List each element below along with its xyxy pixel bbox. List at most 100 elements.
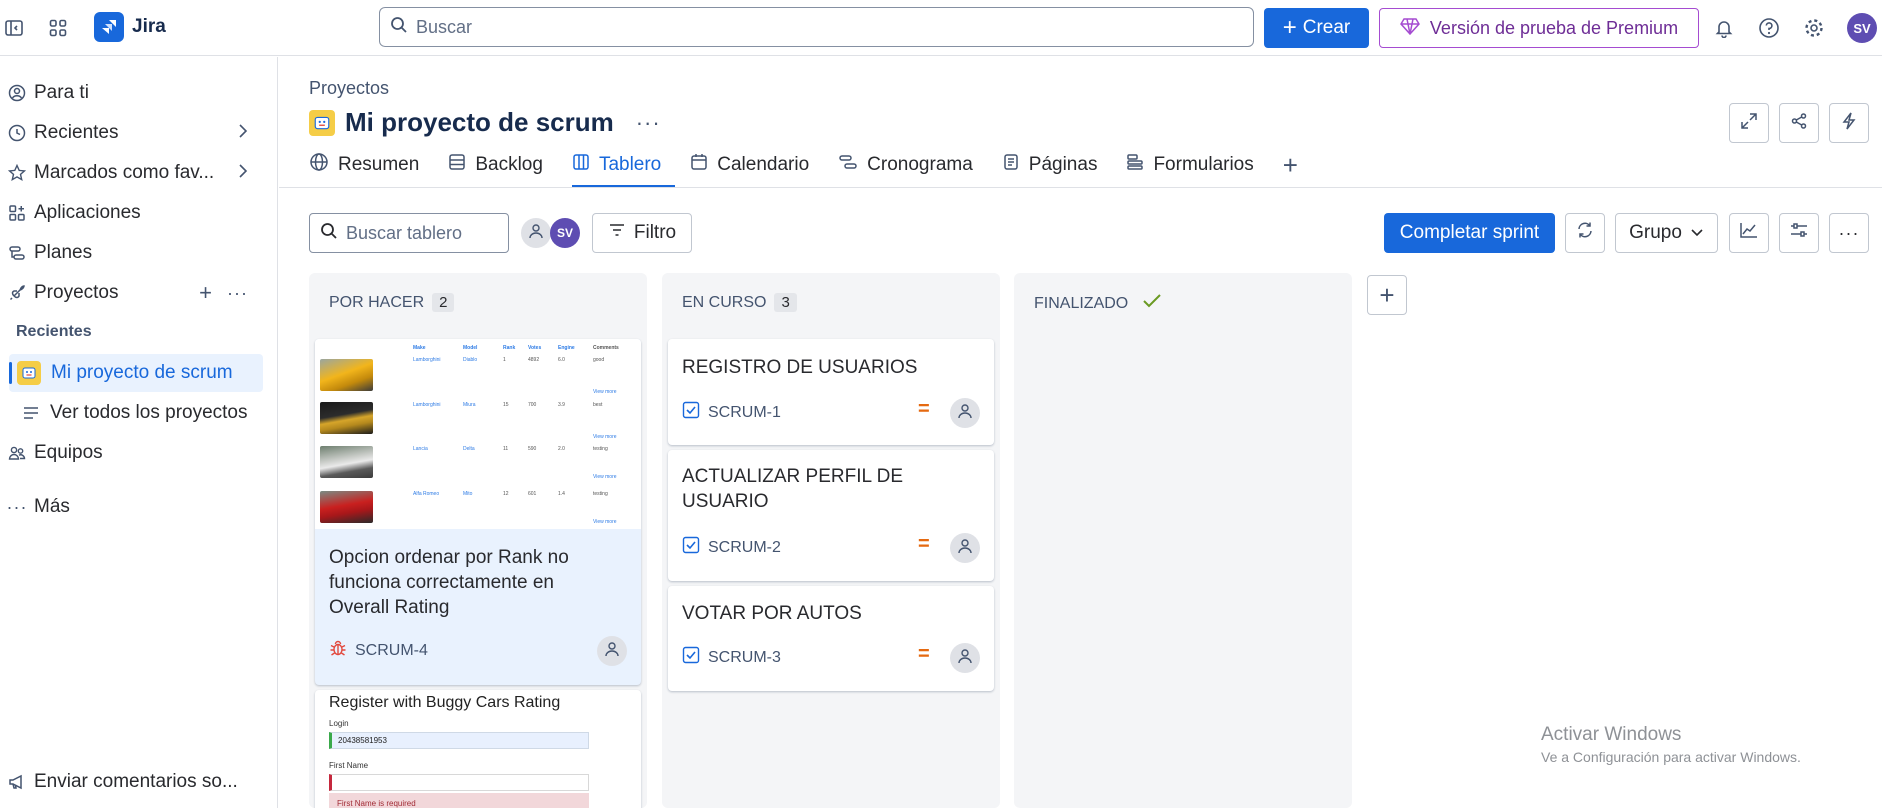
- sidebar-item-active-project[interactable]: Mi proyecto de scrum: [9, 354, 263, 392]
- issue-card-register[interactable]: Register with Buggy Cars Rating Login 20…: [315, 690, 641, 808]
- tab-divider: [279, 187, 1882, 188]
- sidebar-item-aplicaciones[interactable]: Aplicaciones: [0, 194, 270, 232]
- premium-trial-button[interactable]: Versión de prueba de Premium: [1379, 8, 1699, 48]
- group-label: Grupo: [1629, 222, 1682, 243]
- diamond-icon: [1399, 17, 1420, 40]
- send-feedback-link[interactable]: Enviar comentarios so...: [0, 763, 270, 801]
- add-project-icon[interactable]: +: [199, 280, 212, 306]
- search-placeholder: Buscar: [416, 16, 473, 37]
- filter-button[interactable]: Filtro: [592, 213, 692, 253]
- assignee-avatar[interactable]: [950, 643, 980, 673]
- sidebar-item-view-all-projects[interactable]: Ver todos los proyectos: [14, 394, 284, 432]
- thumb-view-more: View more: [593, 389, 617, 395]
- assignee-avatar[interactable]: [597, 636, 627, 666]
- teams-icon: [0, 444, 34, 462]
- group-dropdown[interactable]: Grupo: [1615, 213, 1718, 253]
- sidebar-item-label: Ver todos los proyectos: [50, 402, 248, 423]
- add-tab-button[interactable]: +: [1283, 150, 1298, 188]
- more-options-icon[interactable]: ···: [227, 283, 248, 304]
- help-icon[interactable]: [1755, 14, 1783, 42]
- column-header: POR HACER 2: [329, 293, 455, 312]
- global-search-input[interactable]: Buscar: [379, 7, 1254, 47]
- assignee-avatar[interactable]: [950, 398, 980, 428]
- thumb-header: Engine: [558, 345, 575, 351]
- card-title: VOTAR POR AUTOS: [682, 603, 862, 624]
- person-icon: [957, 403, 973, 424]
- card-key: SCRUM-2: [682, 536, 781, 559]
- sidebar-toggle-icon[interactable]: [0, 14, 28, 42]
- tab-label: Resumen: [338, 154, 420, 175]
- tab-calendario[interactable]: Calendario: [690, 150, 823, 188]
- priority-medium-icon: =: [918, 533, 930, 555]
- project-avatar-icon: [17, 361, 41, 385]
- sidebar-item-equipos[interactable]: Equipos: [0, 434, 270, 472]
- create-button[interactable]: + Crear: [1264, 8, 1369, 48]
- sidebar-item-label: Enviar comentarios so...: [34, 771, 238, 792]
- person-icon: [604, 641, 620, 662]
- sprint-refresh-button[interactable]: [1565, 213, 1605, 253]
- jira-logo[interactable]: Jira: [94, 12, 166, 42]
- insights-button[interactable]: [1729, 213, 1769, 253]
- sidebar-item-label: Equipos: [34, 442, 103, 463]
- search-icon: [320, 222, 338, 245]
- add-column-button[interactable]: +: [1367, 275, 1407, 315]
- sidebar-item-label: Marcados como fav...: [34, 162, 215, 183]
- thumb-cell: 4892: [528, 357, 540, 363]
- issue-card-scrum-2[interactable]: ACTUALIZAR PERFIL DE USUARIO SCRUM-2 =: [668, 450, 994, 581]
- sidebar-item-mas[interactable]: ··· Más: [0, 488, 270, 526]
- project-more-icon[interactable]: ···: [636, 110, 661, 136]
- tab-formularios[interactable]: Formularios: [1126, 150, 1267, 188]
- windows-activation-hint: Ve a Configuración para activar Windows.: [1541, 749, 1801, 765]
- chevron-right-icon[interactable]: [238, 162, 248, 184]
- notifications-bell-icon[interactable]: [1710, 14, 1738, 42]
- search-icon: [390, 16, 408, 39]
- board-more-button[interactable]: ···: [1829, 213, 1869, 253]
- view-settings-button[interactable]: [1779, 213, 1819, 253]
- tab-label: Calendario: [717, 154, 810, 175]
- issue-card-scrum-3[interactable]: VOTAR POR AUTOS SCRUM-3 =: [668, 586, 994, 691]
- thumb-cell: good: [593, 357, 605, 363]
- thumb-cell: 601: [528, 491, 537, 497]
- tab-cronograma[interactable]: Cronograma: [838, 150, 987, 188]
- user-avatar-filter[interactable]: SV: [550, 218, 580, 248]
- sidebar-item-label: Más: [34, 496, 70, 517]
- breadcrumb[interactable]: Proyectos: [309, 78, 389, 99]
- tab-tablero[interactable]: Tablero: [571, 150, 676, 188]
- unassigned-avatar-filter[interactable]: [521, 218, 551, 248]
- sidebar-item-para-ti[interactable]: Para ti: [0, 74, 270, 112]
- user-avatar[interactable]: SV: [1847, 13, 1877, 43]
- board-search-input[interactable]: Buscar tablero: [309, 213, 509, 253]
- tab-backlog[interactable]: Backlog: [448, 150, 557, 188]
- task-checkbox-icon: [682, 401, 700, 424]
- complete-sprint-button[interactable]: Completar sprint: [1384, 213, 1555, 253]
- column-title: FINALIZADO: [1034, 294, 1129, 312]
- card-title: ACTUALIZAR PERFIL DE USUARIO: [682, 466, 904, 512]
- sidebar-item-marcados[interactable]: Marcados como fav...: [0, 154, 270, 192]
- tab-paginas[interactable]: Páginas: [1002, 150, 1112, 188]
- form-error: First Name is required: [329, 793, 589, 808]
- issue-card-scrum-4[interactable]: Make Model Rank Votes Engine Comments La…: [315, 339, 641, 685]
- issue-key: SCRUM-1: [708, 403, 781, 421]
- assignee-avatar[interactable]: [950, 533, 980, 563]
- app-switcher-icon[interactable]: [44, 14, 72, 42]
- sidebar-item-label: Planes: [34, 242, 93, 263]
- issue-card-scrum-1[interactable]: REGISTRO DE USUARIOS SCRUM-1 =: [668, 339, 994, 445]
- plans-icon: [0, 244, 34, 262]
- sidebar-item-recientes[interactable]: Recientes: [0, 114, 270, 152]
- share-button[interactable]: [1779, 103, 1819, 143]
- lightning-icon: [1841, 112, 1857, 135]
- task-checkbox-icon: [682, 646, 700, 669]
- fullscreen-button[interactable]: [1729, 103, 1769, 143]
- thumb-view-more: View more: [593, 474, 617, 480]
- thumb-cell: Miura: [463, 402, 476, 408]
- project-avatar-icon: [309, 109, 335, 136]
- tab-resumen[interactable]: Resumen: [309, 150, 433, 188]
- sidebar-item-planes[interactable]: Planes: [0, 234, 270, 272]
- sidebar-item-proyectos[interactable]: Proyectos + ···: [0, 274, 270, 312]
- automation-button[interactable]: [1829, 103, 1869, 143]
- forms-icon: [1126, 153, 1144, 177]
- sidebar-item-label: Proyectos: [34, 282, 119, 303]
- tab-label: Páginas: [1028, 154, 1098, 175]
- chevron-right-icon[interactable]: [238, 122, 248, 144]
- settings-gear-icon[interactable]: [1800, 14, 1828, 42]
